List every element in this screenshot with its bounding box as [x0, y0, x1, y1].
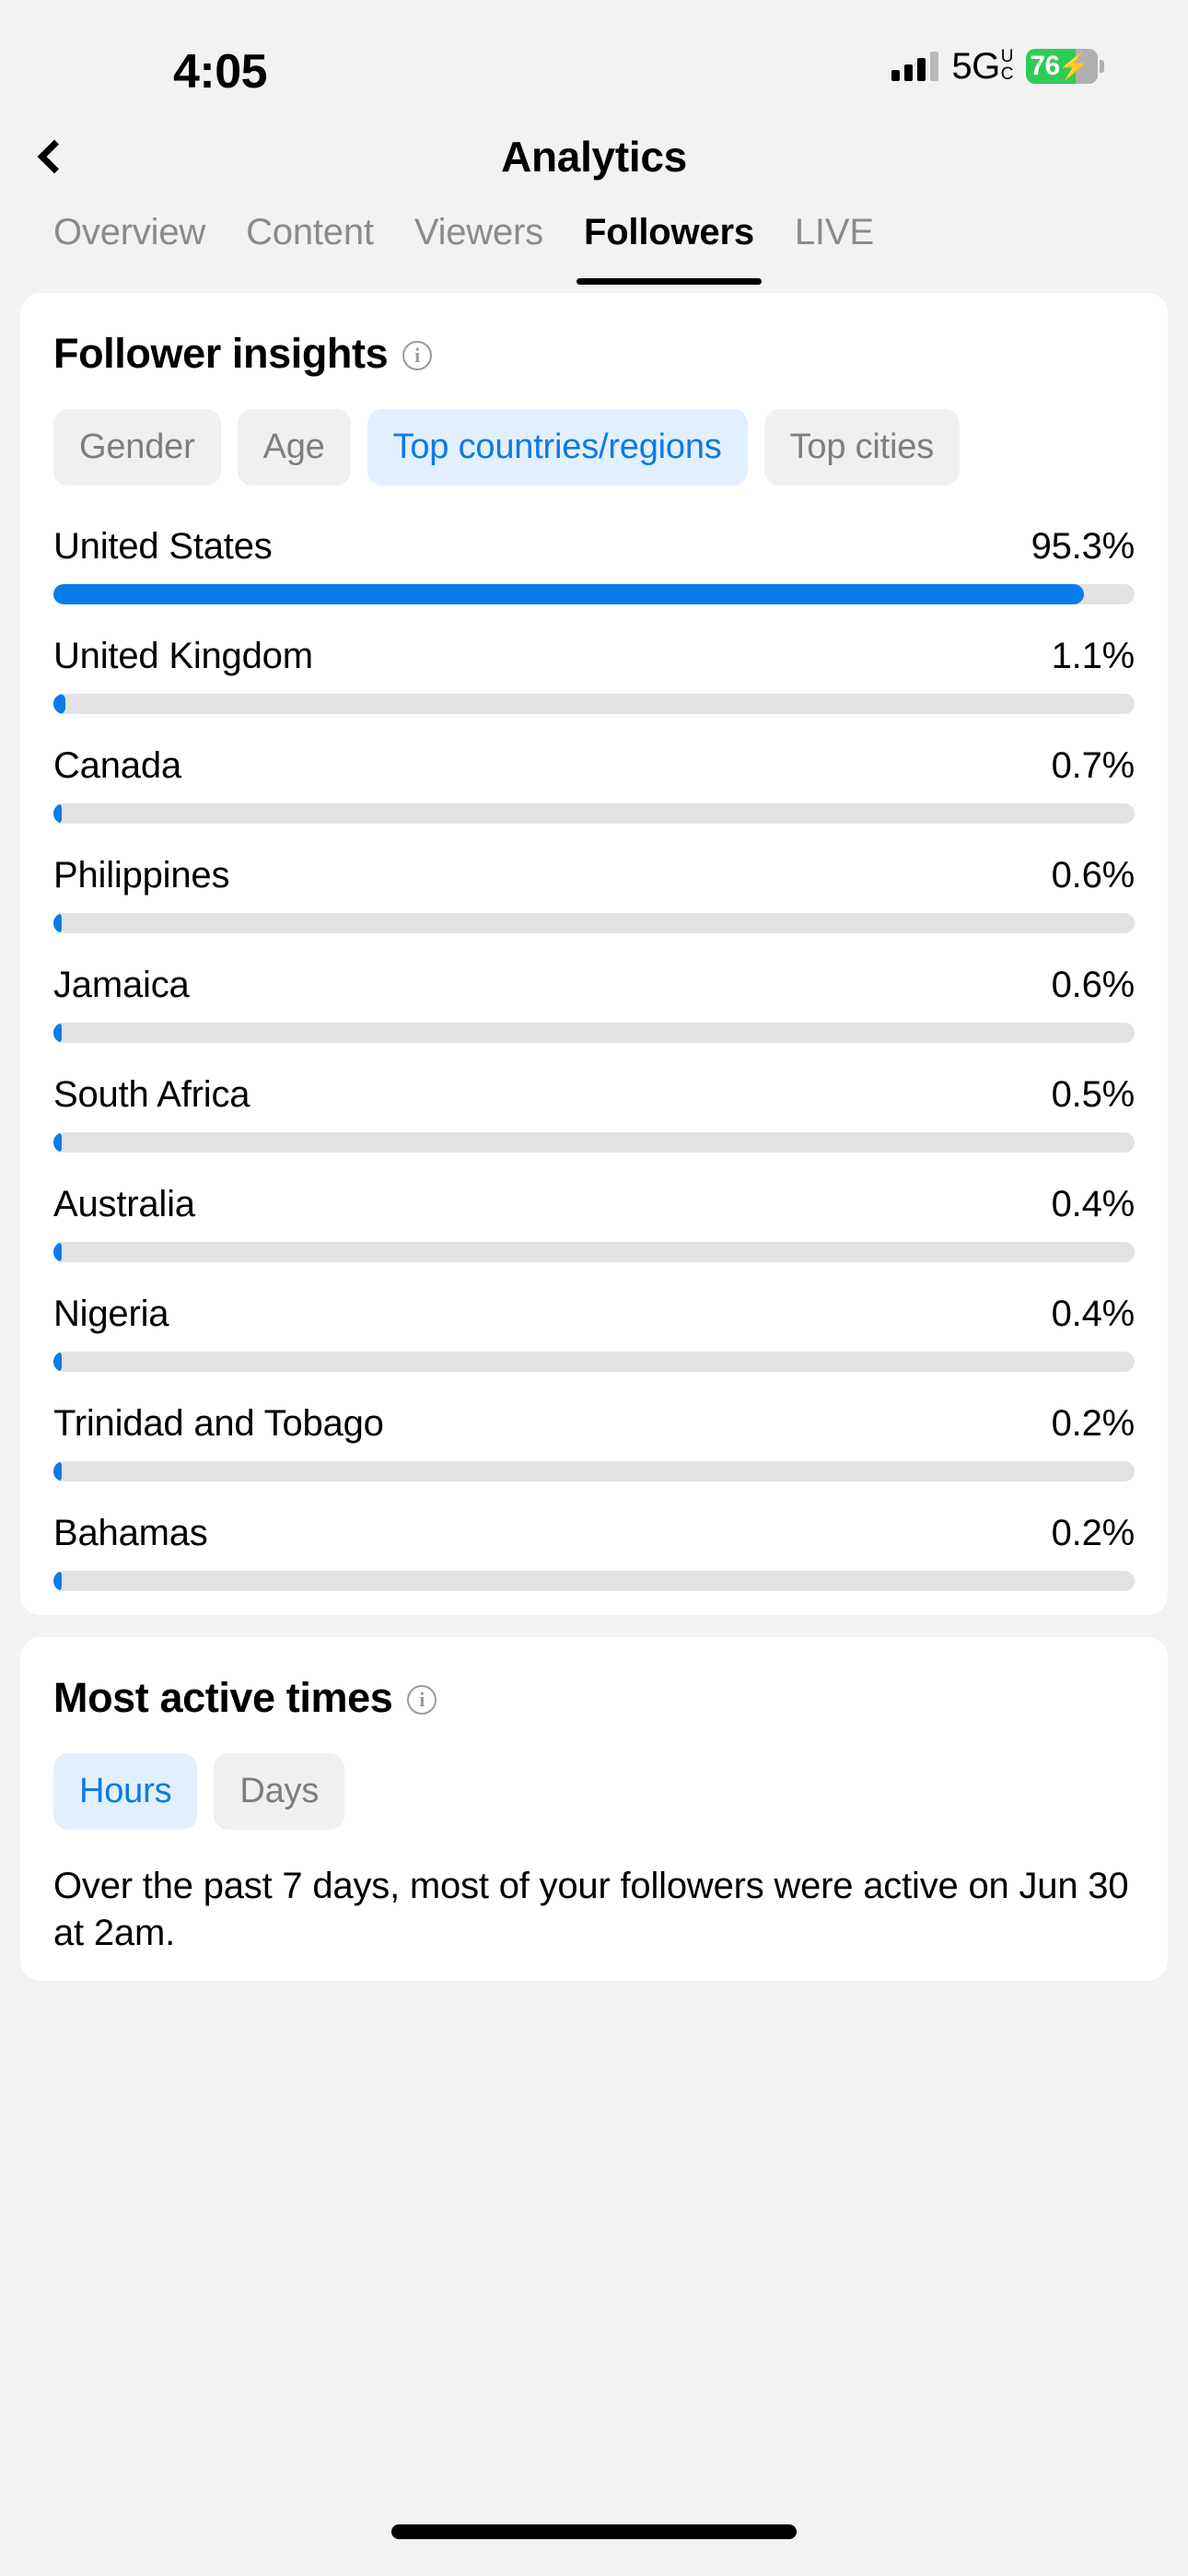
- progress-track: [53, 584, 1135, 604]
- follower-insights-header: Follower insights i: [20, 293, 1168, 378]
- table-row: Nigeria 0.4%: [53, 1262, 1135, 1372]
- table-row: South Africa 0.5%: [53, 1043, 1135, 1153]
- phone-screen: 4:05 5G U C 76 ⚡ Analytics Overview Cont…: [0, 0, 1188, 2576]
- chip-top-cities[interactable]: Top cities: [763, 409, 960, 486]
- info-icon[interactable]: i: [407, 1685, 437, 1715]
- battery-percent-label: 76: [1030, 51, 1060, 81]
- tab-content[interactable]: Content: [226, 205, 394, 253]
- country-name: Nigeria: [53, 1294, 169, 1334]
- progress-track: [53, 803, 1135, 824]
- status-bar-indicators: 5G U C 76 ⚡: [891, 48, 1104, 85]
- most-active-times-title: Most active times: [53, 1674, 393, 1721]
- analytics-scroll-content[interactable]: Follower insights i Gender Age Top count…: [0, 293, 1188, 2576]
- country-percent: 0.5%: [1051, 1074, 1136, 1115]
- progress-track: [53, 1242, 1135, 1262]
- tab-followers[interactable]: Followers: [564, 205, 775, 285]
- country-stat-list: United States 95.3% United Kingdom 1.1%: [20, 486, 1168, 1591]
- country-percent: 0.4%: [1051, 1184, 1136, 1224]
- battery-icon: 76 ⚡: [1026, 49, 1104, 84]
- country-percent: 0.2%: [1051, 1403, 1136, 1444]
- home-indicator[interactable]: [391, 2524, 797, 2539]
- progress-fill: [53, 1132, 62, 1153]
- most-active-times-header: Most active times i: [20, 1637, 1168, 1722]
- tab-overview[interactable]: Overview: [33, 205, 226, 253]
- table-row: Trinidad and Tobago 0.2%: [53, 1372, 1135, 1481]
- chip-age[interactable]: Age: [237, 409, 351, 486]
- most-active-times-description: Over the past 7 days, most of your follo…: [53, 1866, 1129, 1954]
- follower-insights-title: Follower insights: [53, 330, 389, 377]
- progress-fill: [53, 1571, 62, 1591]
- battery-charging-bolt-icon: ⚡: [1057, 52, 1090, 80]
- country-percent: 0.6%: [1051, 855, 1136, 896]
- chip-days[interactable]: Days: [214, 1753, 345, 1830]
- progress-fill: [53, 1023, 62, 1043]
- tab-live[interactable]: LIVE: [775, 205, 894, 253]
- country-percent: 0.4%: [1051, 1294, 1136, 1334]
- progress-fill: [53, 1461, 62, 1481]
- tab-viewers[interactable]: Viewers: [394, 205, 564, 253]
- nav-bar: Analytics: [0, 109, 1188, 205]
- country-percent: 95.3%: [1031, 526, 1136, 567]
- country-percent: 0.7%: [1051, 745, 1136, 786]
- cellular-signal-icon: [891, 52, 939, 81]
- chip-top-countries-regions[interactable]: Top countries/regions: [367, 409, 748, 486]
- country-percent: 1.1%: [1051, 636, 1136, 676]
- chip-gender[interactable]: Gender: [53, 409, 221, 486]
- progress-fill: [53, 803, 62, 824]
- country-name: United Kingdom: [53, 636, 313, 676]
- status-bar: 4:05 5G U C 76 ⚡: [0, 0, 1188, 109]
- progress-track: [53, 1023, 1135, 1043]
- progress-track: [53, 913, 1135, 933]
- table-row: Australia 0.4%: [53, 1153, 1135, 1262]
- most-active-times-card: Most active times i Hours Days Over the …: [20, 1637, 1168, 1982]
- info-icon[interactable]: i: [402, 341, 433, 370]
- table-row: United States 95.3%: [53, 495, 1135, 604]
- progress-track: [53, 1571, 1135, 1591]
- progress-track: [53, 1461, 1135, 1481]
- country-name: Philippines: [53, 855, 230, 896]
- follower-insights-chip-row[interactable]: Gender Age Top countries/regions Top cit…: [20, 378, 1168, 486]
- progress-fill: [53, 913, 62, 933]
- country-name: South Africa: [53, 1074, 250, 1115]
- table-row: Philippines 0.6%: [53, 824, 1135, 933]
- status-bar-time: 4:05: [173, 45, 268, 99]
- country-name: Australia: [53, 1184, 195, 1224]
- back-button[interactable]: [35, 109, 118, 205]
- country-percent: 0.6%: [1051, 965, 1136, 1005]
- country-name: United States: [53, 526, 273, 567]
- network-type-label: 5G U C: [951, 48, 1013, 85]
- progress-fill: [53, 1352, 62, 1372]
- progress-track: [53, 1352, 1135, 1372]
- network-type-text: 5G: [951, 46, 1000, 87]
- table-row: United Kingdom 1.1%: [53, 604, 1135, 714]
- country-percent: 0.2%: [1051, 1513, 1136, 1553]
- most-active-times-chip-row[interactable]: Hours Days: [20, 1722, 1168, 1830]
- network-sub-top: U: [1000, 47, 1014, 67]
- table-row: Jamaica 0.6%: [53, 933, 1135, 1043]
- country-name: Trinidad and Tobago: [53, 1403, 384, 1444]
- progress-track: [53, 1132, 1135, 1153]
- progress-track: [53, 694, 1135, 714]
- progress-fill: [53, 1242, 62, 1262]
- page-title: Analytics: [501, 133, 687, 181]
- chevron-left-icon: [37, 139, 72, 174]
- country-name: Bahamas: [53, 1513, 208, 1553]
- table-row: Bahamas 0.2%: [53, 1481, 1135, 1591]
- analytics-tab-bar: Overview Content Viewers Followers LIVE: [0, 205, 1188, 293]
- table-row: Canada 0.7%: [53, 714, 1135, 824]
- country-name: Jamaica: [53, 965, 190, 1005]
- network-sub-bottom: C: [1000, 64, 1014, 84]
- network-type-sub: U C: [1000, 47, 1014, 84]
- country-name: Canada: [53, 745, 181, 786]
- home-indicator-area: [0, 2488, 1188, 2576]
- progress-fill: [53, 584, 1084, 604]
- progress-fill: [53, 694, 65, 714]
- follower-insights-card: Follower insights i Gender Age Top count…: [20, 293, 1168, 1615]
- chip-hours[interactable]: Hours: [53, 1753, 198, 1830]
